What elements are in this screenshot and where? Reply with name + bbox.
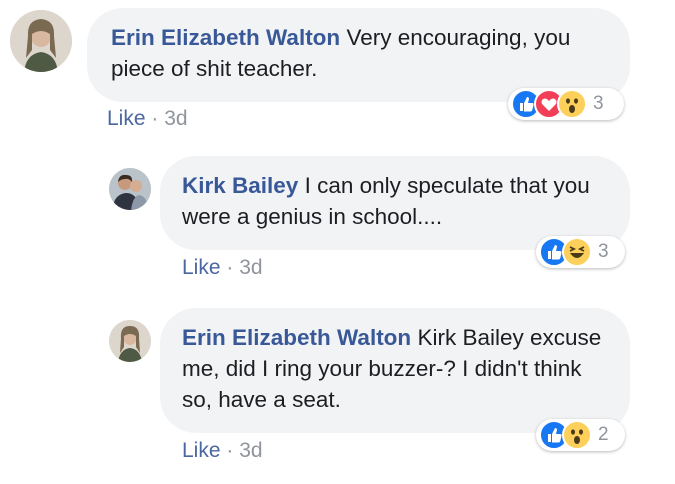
comment-age-2[interactable]: 3d bbox=[239, 256, 262, 279]
like-link-1[interactable]: Like bbox=[107, 107, 146, 130]
meta-separator-2: · bbox=[226, 256, 234, 279]
comment-bubble-3: Erin Elizabeth Walton Kirk Bailey excuse… bbox=[160, 308, 630, 433]
avatar-erin[interactable] bbox=[109, 320, 151, 362]
comment-age-1[interactable]: 3d bbox=[164, 107, 187, 130]
like-link-3[interactable]: Like bbox=[182, 439, 221, 462]
meta-separator-1: · bbox=[151, 107, 159, 130]
avatar-erin-image bbox=[10, 10, 72, 72]
comment-age-3[interactable]: 3d bbox=[239, 439, 262, 462]
comment-author-2[interactable]: Kirk Bailey bbox=[182, 173, 298, 198]
comment-author-1[interactable]: Erin Elizabeth Walton bbox=[111, 25, 340, 50]
meta-separator-3: · bbox=[226, 439, 234, 462]
reactions-summary-2[interactable]: 3 bbox=[536, 236, 625, 268]
reaction-count-3: 2 bbox=[598, 424, 609, 445]
haha-reaction-icon bbox=[562, 237, 592, 267]
wow-reaction-icon bbox=[562, 420, 592, 450]
like-link-2[interactable]: Like bbox=[182, 256, 221, 279]
reaction-count-2: 3 bbox=[598, 241, 609, 262]
comment-meta-3: Like · 3d bbox=[182, 439, 263, 463]
comment-meta-1: Like · 3d bbox=[107, 107, 188, 131]
avatar-erin[interactable] bbox=[10, 10, 72, 72]
reactions-summary-3[interactable]: 2 bbox=[536, 419, 625, 451]
reaction-count-1: 3 bbox=[593, 93, 604, 114]
reactions-summary-1[interactable]: 3 bbox=[508, 88, 624, 120]
wow-reaction-icon bbox=[557, 89, 587, 119]
avatar-kirk-image bbox=[109, 168, 151, 210]
avatar-erin-image bbox=[109, 320, 151, 362]
comment-author-3[interactable]: Erin Elizabeth Walton bbox=[182, 325, 411, 350]
avatar-kirk[interactable] bbox=[109, 168, 151, 210]
comment-meta-2: Like · 3d bbox=[182, 256, 263, 280]
